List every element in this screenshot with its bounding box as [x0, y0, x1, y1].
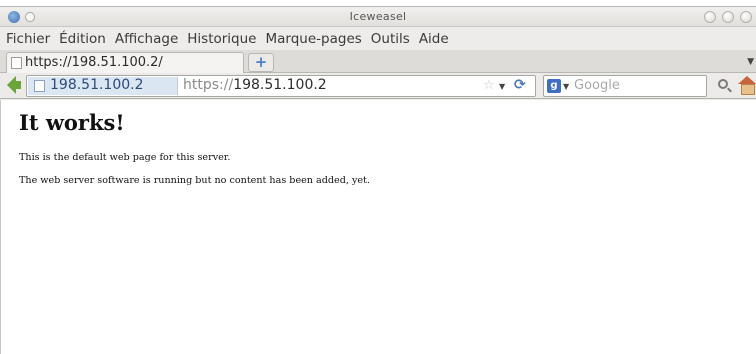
tab-active[interactable]: https://198.51.100.2/ [6, 52, 244, 73]
close-icon[interactable] [740, 11, 752, 23]
bookmark-star-icon[interactable]: ☆ [483, 78, 495, 93]
reload-icon[interactable]: ⟳ [514, 77, 526, 93]
search-placeholder: Google [574, 78, 620, 93]
title-bar: Iceweasel [0, 7, 756, 27]
menu-affichage[interactable]: Affichage [115, 31, 178, 47]
new-tab-button[interactable]: + [248, 53, 274, 72]
page-icon [11, 57, 22, 69]
navigation-toolbar: 198.51.100.2 https://198.51.100.2 ☆ ▼ ⟳ … [0, 73, 756, 99]
page-content: It works! This is the default web page f… [0, 100, 756, 354]
menu-outils[interactable]: Outils [371, 31, 410, 47]
menu-marque-pages[interactable]: Marque-pages [266, 31, 362, 47]
browser-window: Iceweasel Fichier Édition Affichage Hist… [0, 6, 756, 354]
url-bar[interactable]: 198.51.100.2 https://198.51.100.2 ☆ ▼ [26, 75, 536, 97]
tab-title: https://198.51.100.2/ [25, 55, 163, 70]
page-paragraph: The web server software is running but n… [19, 175, 370, 186]
menu-historique[interactable]: Historique [187, 31, 256, 47]
minimize-icon[interactable] [704, 11, 716, 23]
search-engine-dropdown-icon[interactable]: ▼ [563, 82, 569, 91]
back-arrow-icon[interactable] [7, 76, 21, 94]
window-title: Iceweasel [349, 10, 407, 23]
url-text[interactable]: https://198.51.100.2 [183, 77, 327, 93]
search-icon[interactable] [718, 79, 728, 89]
page-heading: It works! [19, 110, 125, 135]
maximize-icon[interactable] [722, 11, 734, 23]
page-icon [34, 80, 45, 92]
search-engine-icon[interactable]: g [547, 79, 561, 93]
url-host: 198.51.100.2 [233, 77, 327, 93]
menu-edition[interactable]: Édition [59, 31, 106, 47]
menu-fichier[interactable]: Fichier [6, 31, 50, 47]
tab-list-icon[interactable]: ▼ [747, 57, 754, 67]
menu-bar: Fichier Édition Affichage Historique Mar… [0, 28, 756, 50]
url-history-dropdown-icon[interactable]: ▼ [499, 82, 505, 91]
page-paragraph: This is the default web page for this se… [19, 152, 231, 163]
tab-bar: https://198.51.100.2/ + ▼ [0, 50, 756, 73]
home-icon[interactable] [738, 76, 756, 95]
url-scheme: https:// [183, 77, 234, 93]
menu-aide[interactable]: Aide [419, 31, 449, 47]
site-identity-label: 198.51.100.2 [50, 77, 144, 93]
search-bar[interactable]: g ▼ Google [543, 75, 707, 97]
site-identity-button[interactable]: 198.51.100.2 [28, 77, 178, 95]
